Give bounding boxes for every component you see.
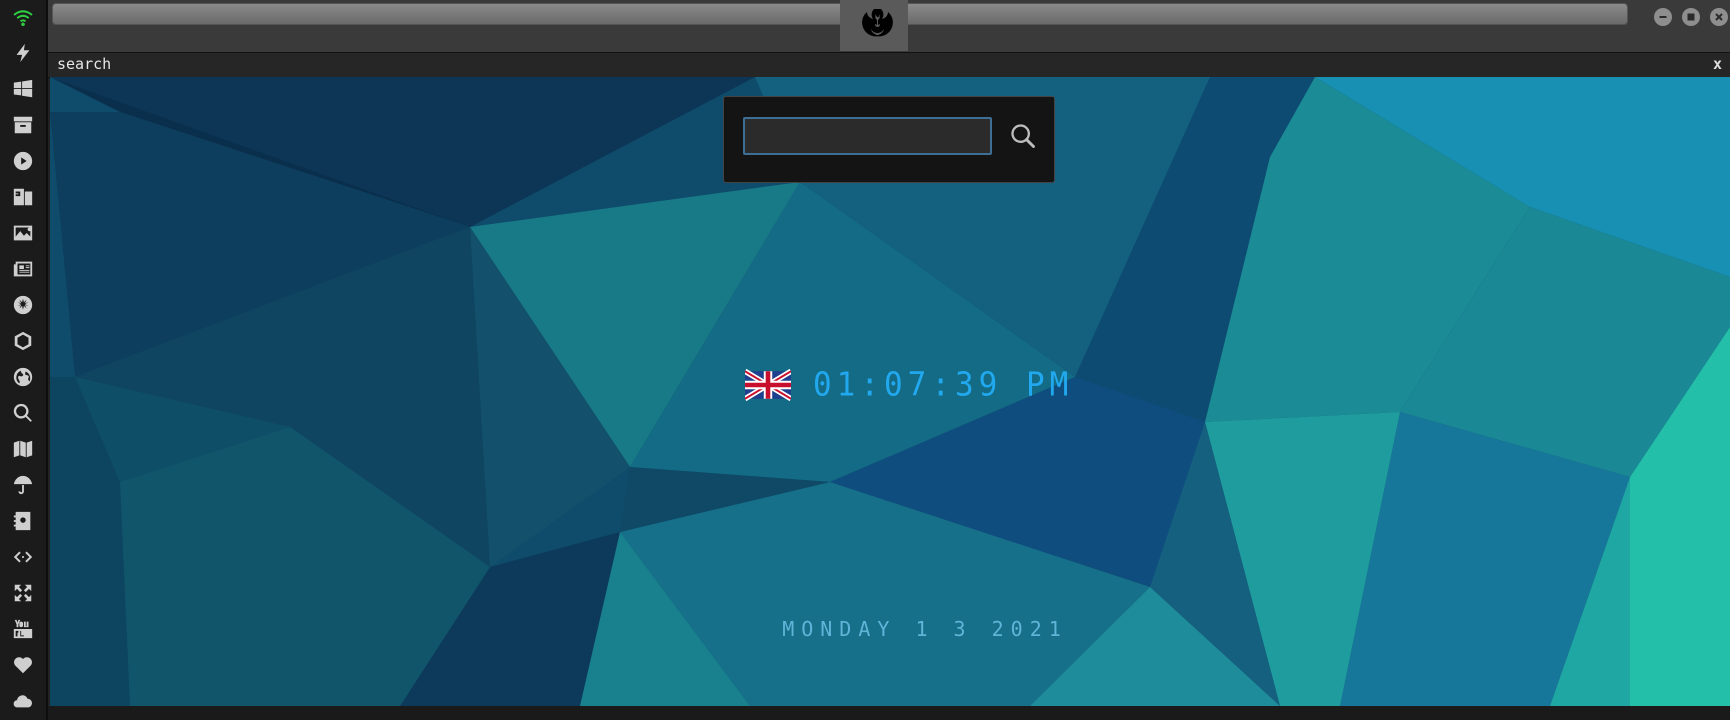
search-input[interactable] bbox=[743, 117, 992, 155]
cloud-icon[interactable] bbox=[10, 688, 36, 714]
search-icon[interactable] bbox=[10, 400, 36, 426]
translate-icon[interactable] bbox=[10, 184, 36, 210]
uk-flag-icon bbox=[745, 368, 791, 402]
map-icon[interactable] bbox=[10, 436, 36, 462]
search-panel bbox=[723, 96, 1055, 183]
bottom-bar bbox=[48, 706, 1730, 720]
rebel-alliance-icon bbox=[854, 0, 894, 50]
tab-title: search bbox=[57, 55, 112, 73]
lightning-icon[interactable] bbox=[10, 40, 36, 66]
close-icon bbox=[1715, 13, 1723, 21]
sidebar bbox=[0, 0, 48, 720]
archive-icon[interactable] bbox=[10, 112, 36, 138]
youtube-icon[interactable] bbox=[10, 616, 36, 642]
minimize-button[interactable] bbox=[1654, 8, 1672, 26]
minimize-icon bbox=[1659, 16, 1667, 18]
globe-icon[interactable] bbox=[10, 364, 36, 390]
tab-header: search x bbox=[48, 53, 1730, 78]
tab-close-button[interactable]: x bbox=[1713, 55, 1722, 73]
clock: 01:07:39 PM bbox=[745, 365, 1073, 405]
maximize-icon bbox=[1687, 13, 1695, 21]
search-icon bbox=[1011, 124, 1035, 148]
date-display: MONDAY 1 3 2021 bbox=[782, 617, 1068, 641]
image-icon[interactable] bbox=[10, 220, 36, 246]
code-icon[interactable] bbox=[10, 544, 36, 570]
expand-icon[interactable] bbox=[10, 580, 36, 606]
main-content: 01:07:39 PM MONDAY 1 3 2021 bbox=[50, 77, 1730, 706]
wifi-icon[interactable] bbox=[10, 4, 36, 30]
contacts-icon[interactable] bbox=[10, 508, 36, 534]
windows-icon[interactable] bbox=[10, 76, 36, 102]
logo-tab[interactable] bbox=[840, 0, 908, 51]
hexagon-icon[interactable] bbox=[10, 328, 36, 354]
clock-time: 01:07:39 PM bbox=[813, 366, 1074, 404]
search-button[interactable] bbox=[1006, 119, 1040, 153]
maximize-button[interactable] bbox=[1682, 8, 1700, 26]
top-bar bbox=[48, 0, 1730, 53]
close-button[interactable] bbox=[1710, 8, 1728, 26]
heart-icon[interactable] bbox=[10, 652, 36, 678]
galactic-empire-icon[interactable] bbox=[10, 292, 36, 318]
news-icon[interactable] bbox=[10, 256, 36, 282]
play-icon[interactable] bbox=[10, 148, 36, 174]
umbrella-icon[interactable] bbox=[10, 472, 36, 498]
